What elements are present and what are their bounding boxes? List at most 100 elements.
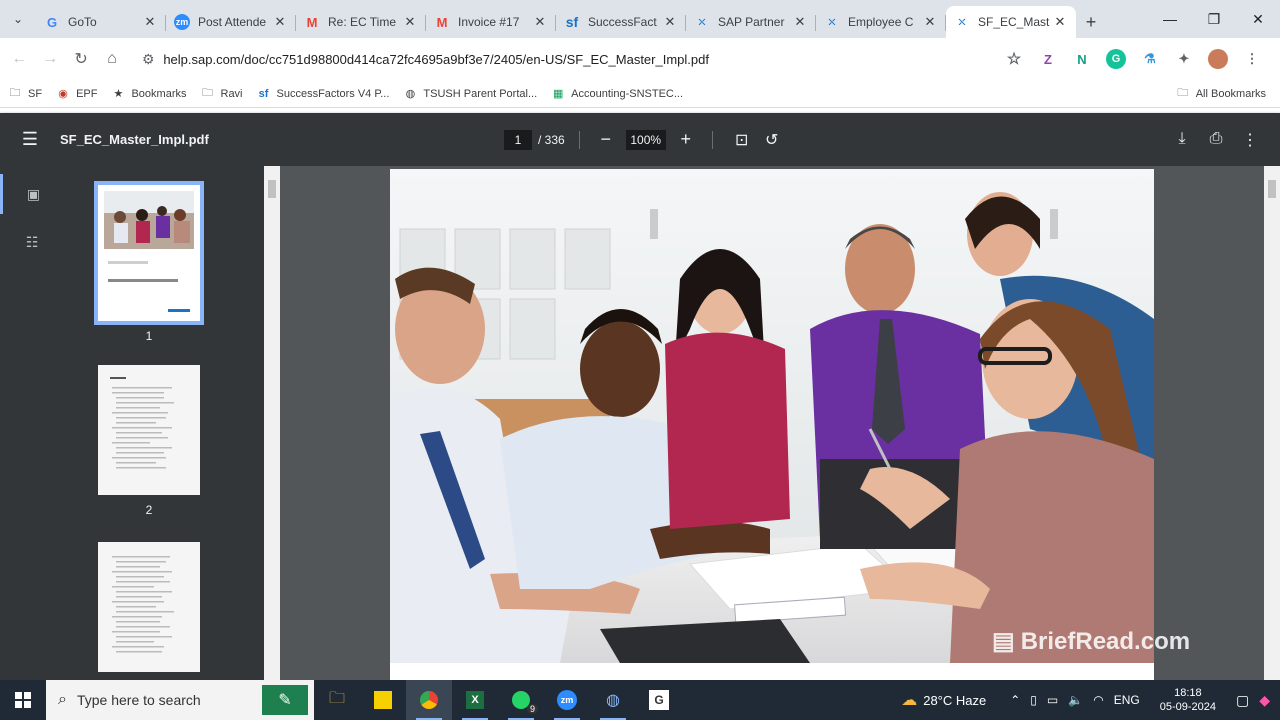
network-icon[interactable]: ◠ (1093, 693, 1103, 707)
fit-page-icon[interactable]: ⊡ (727, 130, 757, 150)
address-bar[interactable]: ⚙ help.sap.com/doc/cc751d98800d414ca72fc… (133, 43, 1004, 75)
scrollbar-thumb[interactable] (1268, 180, 1276, 198)
tab-sap-partner[interactable]: ⛌ SAP Partner ✕ (686, 6, 816, 38)
battery-icon[interactable]: ▭ (1047, 693, 1058, 707)
more-options-icon[interactable]: ⋮ (1240, 130, 1260, 150)
copilot-icon[interactable]: ◆ (1259, 692, 1270, 709)
forward-arrow-icon[interactable]: → (35, 42, 66, 76)
close-icon[interactable]: ✕ (142, 14, 158, 30)
hamburger-menu-icon[interactable]: ☰ (0, 129, 60, 150)
bookmark-accounting[interactable]: ▦ Accounting-SNSTEC... (551, 87, 683, 101)
download-icon[interactable]: ⤓ (1172, 130, 1192, 150)
document-scrollbar[interactable] (1264, 166, 1280, 680)
tab-re-ec-time[interactable]: M Re: EC Time ✕ (296, 6, 426, 38)
reload-icon[interactable]: ↻ (66, 42, 97, 76)
sticky-notes-icon[interactable] (360, 680, 406, 720)
extensions-puzzle-icon[interactable]: ✦ (1174, 49, 1194, 69)
bookmark-label: TSUSH Parent Portal... (423, 87, 538, 100)
minimize-icon[interactable]: — (1148, 0, 1192, 38)
taskbar-search[interactable]: ⌕ Type here to search ✎ (46, 680, 314, 720)
notifications-icon[interactable]: ▢ (1236, 692, 1249, 709)
profile-avatar[interactable] (1208, 49, 1228, 69)
vpn-globe-icon[interactable]: ◍ (590, 680, 636, 720)
close-window-icon[interactable]: ✕ (1236, 0, 1280, 38)
print-icon[interactable]: ⎙ (1206, 130, 1226, 150)
sidebar-scrollbar[interactable] (264, 166, 280, 680)
search-icon: ⌕ (58, 691, 67, 708)
bookmark-star-icon[interactable]: ☆ (1004, 49, 1024, 69)
chrome-icon[interactable] (406, 680, 452, 720)
bookmark-bookmarks[interactable]: ★ Bookmarks (111, 87, 187, 101)
close-icon[interactable]: ✕ (662, 14, 678, 30)
all-bookmarks[interactable]: 🗀 All Bookmarks (1176, 87, 1266, 101)
zoom-app-icon[interactable]: zm (544, 680, 590, 720)
bookmark-label: Bookmarks (131, 87, 187, 100)
excel-icon[interactable]: X (452, 680, 498, 720)
briefread-watermark: ▤ BriefRead.com (992, 627, 1190, 656)
page-controls: 1 / 336 − 100% + ⊡ ↺ (504, 129, 787, 150)
close-icon[interactable]: ✕ (272, 14, 288, 30)
file-explorer-icon[interactable]: 🗀 (314, 680, 360, 720)
grammarly-icon[interactable]: G (1106, 49, 1126, 69)
bookmark-label: Ravi (220, 87, 243, 100)
bookmark-ravi[interactable]: 🗀 Ravi (201, 87, 243, 101)
sap-icon: ⛌ (828, 16, 836, 27)
tab-goto[interactable]: G GoTo ✕ (36, 6, 166, 38)
g-app-icon[interactable]: G (636, 680, 682, 720)
tab-successfactors[interactable]: sf SuccessFact ✕ (556, 6, 686, 38)
tab-invoice[interactable]: M Invoice #17 ✕ (426, 6, 556, 38)
restore-icon[interactable]: ❐ (1192, 0, 1236, 38)
sap-icon: ⛌ (698, 16, 706, 27)
browser-menu-icon[interactable]: ⋮ (1242, 49, 1262, 69)
rotate-icon[interactable]: ↺ (757, 130, 787, 150)
language-indicator[interactable]: ENG (1114, 693, 1140, 707)
extension-z-icon[interactable]: Z (1038, 49, 1058, 69)
site-info-icon[interactable]: ⚙ (133, 51, 163, 68)
weather-widget[interactable]: ☁ 28°C Haze (901, 690, 986, 710)
bookmark-successfactors[interactable]: sf SuccessFactors V4 P... (257, 87, 390, 101)
close-icon[interactable]: ✕ (1052, 14, 1068, 30)
thumbnail-page-2[interactable]: 2 (98, 365, 200, 517)
portal-icon: ◍ (405, 88, 416, 100)
thumbnail-page-1[interactable]: 1 (94, 181, 204, 343)
extension-n-icon[interactable]: N (1072, 49, 1092, 69)
tab-title: Post Attende (198, 15, 267, 29)
new-tab-button[interactable]: + (1076, 6, 1106, 38)
home-icon[interactable]: ⌂ (96, 42, 127, 76)
zoom-input[interactable]: 100% (625, 129, 666, 150)
windows-start-icon[interactable] (0, 680, 46, 720)
extension-flask-icon[interactable]: ⚗ (1140, 49, 1160, 69)
device-icon[interactable]: ▯ (1030, 693, 1037, 707)
bookmark-sf[interactable]: 🗀 SF (8, 87, 43, 101)
tab-title: Re: EC Time (328, 15, 397, 29)
volume-icon[interactable]: 🔈 (1068, 693, 1083, 707)
back-arrow-icon[interactable]: ← (4, 42, 35, 76)
tab-employee-central[interactable]: ⛌ Employee C ✕ (816, 6, 946, 38)
bookmark-epf[interactable]: ◉ EPF (56, 87, 97, 101)
thumbnails-icon[interactable]: ▣ (0, 174, 64, 214)
document-check-icon: ▤ (992, 628, 1015, 655)
outline-icon[interactable]: ☷ (0, 222, 64, 262)
bookmark-label: Accounting-SNSTEC... (571, 87, 684, 100)
whatsapp-icon[interactable]: 9 (498, 680, 544, 720)
close-icon[interactable]: ✕ (402, 14, 418, 30)
close-icon[interactable]: ✕ (792, 14, 808, 30)
tab-search-dropdown[interactable]: ⌄ (0, 0, 36, 38)
tab-sf-ec-master[interactable]: ⛌ SF_EC_Mast ✕ (946, 6, 1076, 38)
page-number-input[interactable]: 1 (504, 129, 532, 150)
pdf-viewer: ▣ ☷ 1 2 (0, 166, 1280, 680)
clock[interactable]: 18:18 05-09-2024 (1160, 686, 1216, 714)
bookmark-tsush[interactable]: ◍ TSUSH Parent Portal... (403, 87, 538, 101)
close-icon[interactable]: ✕ (922, 14, 938, 30)
zoom-out-icon[interactable]: − (594, 129, 618, 150)
zoom-in-icon[interactable]: + (674, 129, 698, 150)
tab-post-attendee[interactable]: zm Post Attende ✕ (166, 6, 296, 38)
epf-icon: ◉ (58, 88, 68, 100)
chevron-up-icon[interactable]: ⌃ (1010, 693, 1020, 707)
pdf-actions: ⤓ ⎙ ⋮ (1172, 130, 1280, 150)
close-icon[interactable]: ✕ (532, 14, 548, 30)
windows-logo (15, 692, 31, 708)
thumbnail-list: 1 2 (64, 166, 264, 680)
scrollbar-thumb[interactable] (268, 180, 276, 198)
thumbnail-page-3[interactable] (98, 542, 200, 672)
